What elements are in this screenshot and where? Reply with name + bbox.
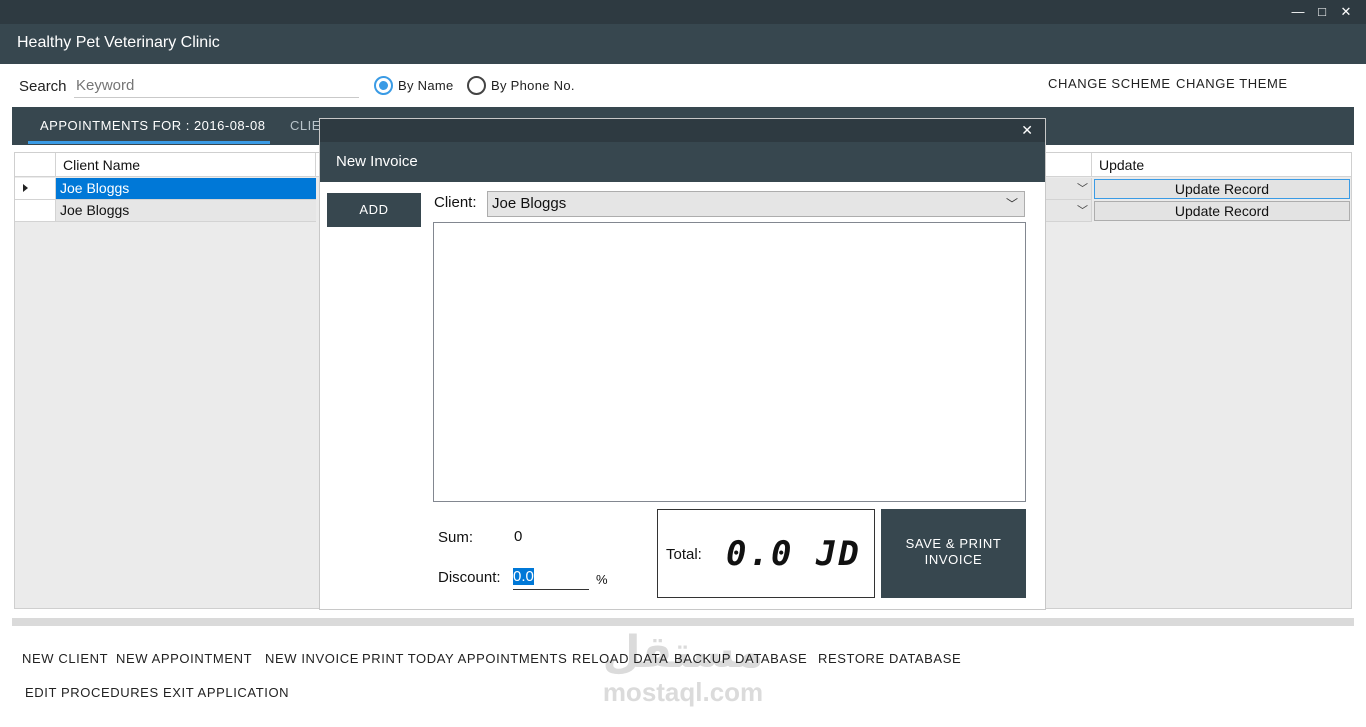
save-print-invoice-button[interactable]: SAVE & PRINT INVOICE <box>881 509 1026 598</box>
dialog-titlebar: ✕ <box>320 119 1045 142</box>
combo-cell[interactable]: ﹀ <box>1046 200 1092 222</box>
search-input[interactable] <box>74 74 359 98</box>
window-titlebar: — □ ✕ <box>0 0 1366 24</box>
search-label: Search <box>19 78 67 95</box>
client-select-value: Joe Bloggs <box>492 195 567 212</box>
new-client-button[interactable]: NEW CLIENT <box>22 651 108 666</box>
new-invoice-button[interactable]: NEW INVOICE <box>265 651 359 666</box>
print-today-appointments-button[interactable]: PRINT TODAY APPOINTMENTS <box>362 651 567 666</box>
chevron-down-icon: ﹀ <box>1077 183 1088 195</box>
new-appointment-button[interactable]: NEW APPOINTMENT <box>116 651 252 666</box>
table-cell-client[interactable]: Joe Bloggs <box>56 200 316 222</box>
active-tab-indicator <box>28 141 270 144</box>
column-header-client-name[interactable]: Client Name <box>56 153 316 177</box>
grid-corner-header <box>15 153 56 177</box>
radio-checked-icon <box>374 76 393 95</box>
radio-unchecked-icon <box>467 76 486 95</box>
footer-divider <box>12 618 1354 626</box>
dialog-header: New Invoice <box>320 142 1045 182</box>
total-label: Total: <box>666 546 702 563</box>
radio-by-name[interactable]: By Name <box>374 76 454 95</box>
tab-appointments[interactable]: APPOINTMENTS FOR : 2016-08-08 <box>40 118 265 133</box>
column-header-update[interactable]: Update <box>1092 153 1351 177</box>
maximize-button[interactable]: □ <box>1311 2 1333 22</box>
watermark-latin: mostaql.com <box>602 677 764 707</box>
app-title: Healthy Pet Veterinary Clinic <box>17 34 220 51</box>
row-header[interactable] <box>15 200 56 222</box>
change-scheme-link[interactable]: CHANGE SCHEME <box>1048 76 1171 91</box>
total-value: 0.0 JD <box>726 534 861 574</box>
current-row-icon <box>23 184 28 192</box>
discount-input[interactable]: 0.0 <box>513 568 589 590</box>
minimize-button[interactable]: — <box>1287 2 1309 22</box>
exit-application-button[interactable]: EXIT APPLICATION <box>163 685 289 700</box>
restore-database-button[interactable]: RESTORE DATABASE <box>818 651 961 666</box>
sum-value: 0 <box>514 528 523 545</box>
radio-by-name-label: By Name <box>398 78 454 93</box>
dialog-title: New Invoice <box>336 153 418 170</box>
reload-data-button[interactable]: RELOAD DATA <box>572 651 668 666</box>
percent-sign: % <box>596 572 608 587</box>
close-window-button[interactable]: ✕ <box>1335 2 1357 22</box>
new-invoice-dialog: ✕ New Invoice ADD Client: Joe Bloggs ﹀ S… <box>319 118 1046 610</box>
backup-database-button[interactable]: BACKUP DATABASE <box>674 651 807 666</box>
discount-label: Discount: <box>438 569 501 586</box>
discount-input-value: 0.0 <box>513 568 534 585</box>
add-item-button[interactable]: ADD <box>327 193 421 227</box>
client-label: Client: <box>434 194 477 211</box>
combo-cell[interactable]: ﹀ <box>1046 178 1092 200</box>
sum-label: Sum: <box>438 529 474 546</box>
dialog-close-icon[interactable]: ✕ <box>1021 122 1033 139</box>
chevron-down-icon: ﹀ <box>1005 197 1018 211</box>
table-cell-client[interactable]: Joe Bloggs <box>56 178 316 200</box>
chevron-down-icon: ﹀ <box>1077 205 1088 217</box>
client-select[interactable]: Joe Bloggs ﹀ <box>487 191 1025 217</box>
update-record-button[interactable]: Update Record <box>1094 179 1350 199</box>
watermark-logo: مستقل mostaql.com <box>598 628 768 714</box>
total-display: Total: 0.0 JD <box>657 509 875 598</box>
radio-by-phone[interactable]: By Phone No. <box>467 76 575 95</box>
change-theme-link[interactable]: CHANGE THEME <box>1176 76 1288 91</box>
tab-clients[interactable]: CLIE <box>290 118 321 133</box>
radio-by-phone-label: By Phone No. <box>491 78 575 93</box>
app-header: Healthy Pet Veterinary Clinic <box>0 24 1366 64</box>
invoice-items-list[interactable] <box>433 222 1026 502</box>
update-record-button[interactable]: Update Record <box>1094 201 1350 221</box>
row-header[interactable] <box>15 178 56 200</box>
edit-procedures-button[interactable]: EDIT PROCEDURES <box>25 685 159 700</box>
